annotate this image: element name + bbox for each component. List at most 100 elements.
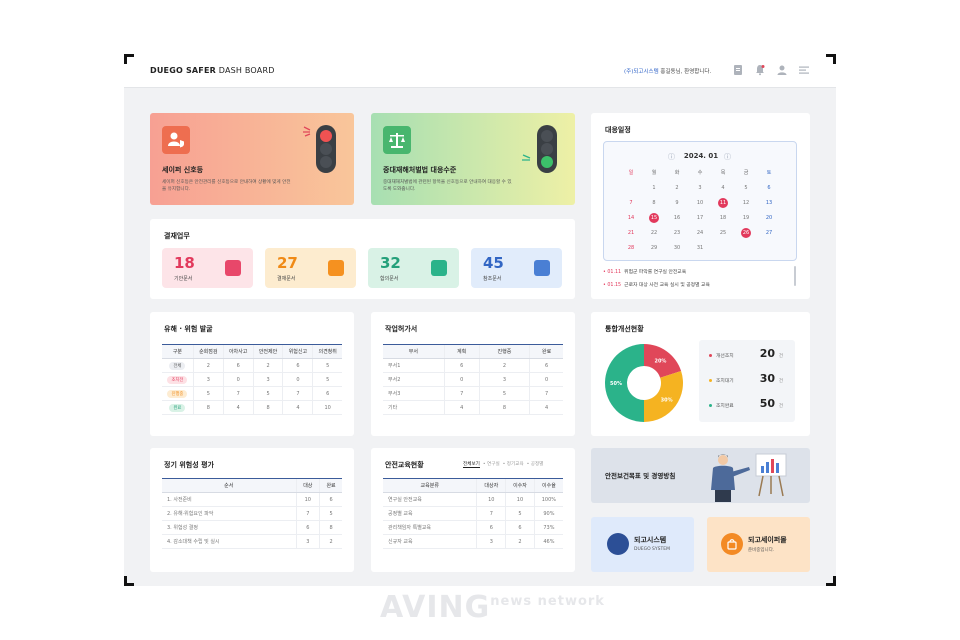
table-row[interactable]: 관리책임자 특별교육 6 6 73% — [383, 520, 563, 535]
calendar-day[interactable]: 3 — [692, 183, 708, 193]
table-cell: 3 — [252, 372, 283, 387]
calendar-day[interactable]: 28 — [623, 243, 639, 253]
stat-reference[interactable]: 45 참조문서 — [471, 248, 562, 288]
hero-title: 세이퍼 신호등 — [162, 166, 204, 174]
stat-draft[interactable]: 18 기안문서 — [162, 248, 253, 288]
calendar-day[interactable]: 12 — [738, 198, 754, 208]
calendar-day[interactable]: 10 — [692, 198, 708, 208]
table-header: 완료 — [529, 344, 563, 359]
tab-regular[interactable]: 정기교육 — [507, 462, 524, 467]
weekday-label: 토 — [766, 170, 772, 176]
calendar-day[interactable]: 2 — [669, 183, 685, 193]
calendar-day[interactable]: 6 — [761, 183, 777, 193]
weekday-label: 목 — [720, 170, 726, 176]
draft-doc-icon — [225, 260, 241, 276]
schedule-scrollbar[interactable] — [794, 266, 796, 286]
improvement-card: 통합개선현황 20% 30% 50% 개선조치 20 건 조치대기 30 건 조치완료 50 … — [591, 312, 810, 436]
calendar-day[interactable]: 16 — [669, 213, 685, 223]
calendar-day[interactable]: 7 — [623, 198, 639, 208]
table-cell: 연구실 안전교육 — [383, 492, 477, 507]
calendar-day[interactable]: 31 — [692, 243, 708, 253]
policy-banner[interactable]: 안전보건목표 및 경영방침 — [591, 448, 810, 503]
table-row[interactable]: 조치전 3 0 3 0 5 — [162, 372, 342, 387]
schedule-item[interactable]: • 01.11 위험군 파악률 연구실 안전교육 — [603, 268, 686, 275]
calendar-day[interactable]: 22 — [646, 228, 662, 238]
calendar-day[interactable]: 14 — [623, 213, 639, 223]
tab-lab[interactable]: 연구실 — [487, 462, 500, 467]
table-cell: 10 — [295, 492, 320, 507]
calendar-day[interactable]: 26 — [741, 228, 751, 238]
table-cell: 6 — [443, 358, 480, 373]
bell-icon[interactable] — [754, 64, 766, 76]
table-cell: 6 — [282, 358, 313, 373]
brand-logo[interactable]: DUEGO SAFER DASH BOARD — [150, 66, 275, 75]
calendar-day[interactable]: 21 — [623, 228, 639, 238]
safer-signal-card[interactable]: 세이퍼 신호등 세이퍼 신호등은 안전관리를 신호등으로 안내하여 상황에 맞게… — [150, 113, 354, 205]
calendar-day[interactable]: 29 — [646, 243, 662, 253]
table-row[interactable]: 부서2 0 3 0 — [383, 372, 563, 387]
duego-system-link[interactable]: 되고시스템 DUEGO SYSTEM — [591, 517, 694, 572]
table-row[interactable]: 진행중 5 7 5 7 6 — [162, 386, 342, 401]
table-row[interactable]: 1. 사전준비 10 6 — [162, 492, 342, 507]
calendar-month: 2024. 01 — [683, 152, 719, 160]
calendar-day[interactable]: 13 — [761, 198, 777, 208]
table-row[interactable]: 4. 감소대책 수립 및 실시 3 2 — [162, 534, 342, 549]
calendar-day[interactable]: 20 — [761, 213, 777, 223]
next-month-icon[interactable]: ⓘ — [724, 152, 731, 162]
signal-ray-icon — [522, 154, 531, 161]
calendar-day[interactable]: 11 — [718, 198, 728, 208]
stat-approval[interactable]: 27 결재문서 — [265, 248, 356, 288]
table-cell: 5 — [478, 386, 530, 401]
table-cell: 0 — [529, 372, 563, 387]
calendar-day[interactable]: 19 — [738, 213, 754, 223]
table-cell: 8 — [319, 520, 342, 535]
table-cell: 4 — [282, 400, 313, 415]
calendar-day[interactable]: 1 — [646, 183, 662, 193]
table-row[interactable]: 3. 위험성 결정 6 8 — [162, 520, 342, 535]
calendar-day[interactable]: 24 — [692, 228, 708, 238]
calendar-day[interactable]: 9 — [669, 198, 685, 208]
user-icon[interactable] — [776, 64, 788, 76]
document-icon[interactable] — [732, 64, 744, 76]
schedule-item[interactable]: • 01.15 근로자 대상 사전 교육 실시 및 공정별 교육 — [603, 281, 710, 288]
table-cell: 공정별 교육 — [383, 506, 477, 521]
calendar-day[interactable]: 17 — [692, 213, 708, 223]
calendar-day[interactable]: 18 — [715, 213, 731, 223]
calendar-day[interactable]: 30 — [669, 243, 685, 253]
calendar-day[interactable]: 5 — [738, 183, 754, 193]
table-row[interactable]: 완료 8 4 8 4 10 — [162, 400, 342, 415]
calendar-day[interactable]: 27 — [761, 228, 777, 238]
table-cell: 완료 — [162, 400, 194, 415]
legend-item: 조치완료 — [709, 402, 734, 409]
table-row[interactable]: 연구실 안전교육 10 10 100% — [383, 492, 563, 507]
table-cell: 2 — [252, 358, 283, 373]
tab-process[interactable]: 공정별 — [531, 462, 544, 467]
table-cell: 0 — [282, 372, 313, 387]
calendar-day[interactable]: 23 — [669, 228, 685, 238]
table-row[interactable]: 신규자 교육 3 2 46% — [383, 534, 563, 549]
menu-icon[interactable] — [798, 64, 810, 76]
calendar-day[interactable]: 25 — [715, 228, 731, 238]
card-title: 정기 위험성 평가 — [164, 461, 214, 469]
donut-label: 20% — [654, 358, 666, 364]
company-name[interactable]: (주)되고시스템 — [624, 69, 659, 75]
table-row[interactable]: 전체 2 6 2 6 5 — [162, 358, 342, 373]
table-row[interactable]: 2. 유해·위험요인 파악 7 5 — [162, 506, 342, 521]
reference-doc-icon — [534, 260, 550, 276]
weekday-label: 일 — [628, 170, 634, 176]
table-row[interactable]: 부서3 7 5 7 — [383, 386, 563, 401]
tab-all[interactable]: 전체보기 — [463, 462, 480, 468]
table-row[interactable]: 공정별 교육 7 5 90% — [383, 506, 563, 521]
calendar-day[interactable]: 15 — [649, 213, 659, 223]
stat-agreement[interactable]: 32 합의문서 — [368, 248, 459, 288]
table-row[interactable]: 기타 4 8 4 — [383, 400, 563, 415]
calendar-day[interactable]: 4 — [715, 183, 731, 193]
serious-accident-card[interactable]: 중대재해처벌법 대응수준 중대재해처벌법에 관련된 항목을 신호등으로 안내하여… — [371, 113, 575, 205]
shopping-bag-icon — [721, 533, 743, 555]
table-cell: 5 — [312, 358, 342, 373]
calendar-day[interactable]: 8 — [646, 198, 662, 208]
table-cell: 0 — [222, 372, 254, 387]
table-cell: 1. 사전준비 — [162, 492, 297, 507]
duego-safer-mall-link[interactable]: 되고세이퍼몰 준비중입니다. — [707, 517, 810, 572]
table-row[interactable]: 부서1 6 2 6 — [383, 358, 563, 373]
